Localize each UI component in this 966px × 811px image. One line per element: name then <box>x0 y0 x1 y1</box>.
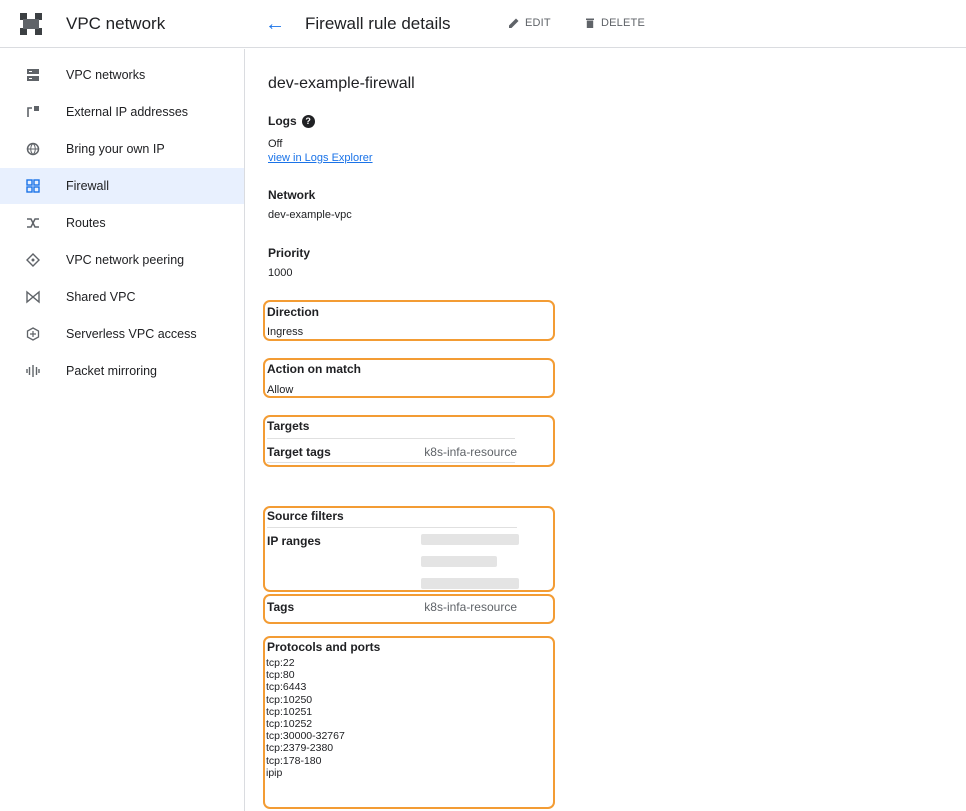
protocols-and-ports-label: Protocols and ports <box>267 640 381 654</box>
delete-button[interactable]: DELETE <box>584 17 645 29</box>
divider <box>267 438 515 439</box>
serverless-icon <box>26 327 40 341</box>
sidebar-item-shared-vpc[interactable]: Shared VPC <box>0 279 244 315</box>
firewall-rule-name: dev-example-firewall <box>268 75 415 92</box>
protocols-list: tcp:22 tcp:80 tcp:6443 tcp:10250 tcp:102… <box>266 657 345 779</box>
sidebar-item-bring-your-own-ip[interactable]: Bring your own IP <box>0 131 244 167</box>
tags-key: Tags <box>267 600 295 614</box>
back-arrow-icon[interactable]: ← <box>262 11 288 37</box>
sidebar-item-label: VPC networks <box>66 68 146 82</box>
target-tags-key: Target tags <box>267 445 331 459</box>
sidebar-item-label: Bring your own IP <box>66 142 165 156</box>
logs-label-text: Logs <box>268 114 297 128</box>
trash-icon <box>586 18 594 28</box>
sidebar-item-vpc-network-peering[interactable]: VPC network peering <box>0 242 244 278</box>
view-in-logs-explorer-link[interactable]: view in Logs Explorer <box>268 152 373 164</box>
redacted-ip-range <box>421 556 497 567</box>
protocol-item: tcp:6443 <box>266 681 307 694</box>
external-ip-icon <box>27 106 39 117</box>
shared-vpc-icon <box>26 290 40 304</box>
edit-label: EDIT <box>525 17 551 29</box>
packet-mirroring-icon <box>26 365 40 377</box>
sidebar-item-label: Serverless VPC access <box>66 327 197 341</box>
protocol-item: tcp:22 <box>266 657 295 669</box>
logs-label: Logs? <box>268 114 315 128</box>
top-bar: VPC network ← Firewall rule details EDIT… <box>0 0 966 48</box>
firewall-icon <box>26 179 40 193</box>
protocol-item: tcp:10252 <box>266 718 313 731</box>
target-tags-value: k8s-infa-resource <box>424 445 517 459</box>
priority-value: 1000 <box>268 267 293 279</box>
sidebar-item-routes[interactable]: Routes <box>0 205 244 241</box>
redacted-ip-range <box>421 534 519 545</box>
divider <box>267 527 517 528</box>
vpc-network-logo-icon <box>20 13 42 35</box>
redacted-ip-range <box>421 578 519 589</box>
edit-button[interactable]: EDIT <box>508 17 551 29</box>
sidebar-item-label: Shared VPC <box>66 290 136 304</box>
direction-label: Direction <box>267 305 320 319</box>
sidebar-item-vpc-networks[interactable]: VPC networks <box>0 57 244 93</box>
targets-label: Targets <box>267 419 310 433</box>
network-value: dev-example-vpc <box>268 209 352 221</box>
action-on-match-value: Allow <box>267 384 294 396</box>
protocol-item: tcp:10251 <box>266 705 313 718</box>
pencil-icon <box>509 18 519 28</box>
sidebar-item-external-ip[interactable]: External IP addresses <box>0 94 244 130</box>
sidebar-item-label: Routes <box>66 216 106 230</box>
sidebar-item-firewall[interactable]: Firewall <box>0 168 244 204</box>
divider <box>267 462 515 463</box>
sidebar-item-label: Packet mirroring <box>66 364 157 378</box>
help-icon[interactable]: ? <box>301 115 315 128</box>
peering-icon <box>26 253 40 267</box>
globe-icon <box>26 142 40 156</box>
protocol-item: tcp:30000-32767 <box>266 730 345 743</box>
protocol-item: tcp:80 <box>266 669 295 682</box>
priority-label: Priority <box>268 246 311 260</box>
sidebar-item-serverless-vpc-access[interactable]: Serverless VPC access <box>0 316 244 352</box>
protocol-item: ipip <box>266 766 283 779</box>
vpc-networks-icon <box>27 69 39 81</box>
sidebar: VPC networks External IP addresses Bring… <box>0 49 245 811</box>
logs-value: Off <box>268 138 283 150</box>
protocol-item: tcp:10250 <box>266 693 313 706</box>
routes-icon <box>27 218 39 228</box>
delete-label: DELETE <box>601 17 645 29</box>
action-on-match-label: Action on match <box>267 362 362 376</box>
tags-value: k8s-infa-resource <box>424 600 517 614</box>
page-title: Firewall rule details <box>305 14 451 33</box>
sidebar-item-label: External IP addresses <box>66 105 189 119</box>
source-filters-label: Source filters <box>267 509 344 523</box>
direction-value: Ingress <box>267 326 304 338</box>
network-label: Network <box>268 188 316 202</box>
product-title: VPC network <box>66 14 166 33</box>
sidebar-item-label: Firewall <box>66 179 110 193</box>
sidebar-item-packet-mirroring[interactable]: Packet mirroring <box>0 353 244 389</box>
ip-ranges-key: IP ranges <box>267 534 321 548</box>
protocol-item: tcp:178-180 <box>266 754 322 767</box>
sidebar-item-label: VPC network peering <box>66 253 185 267</box>
protocol-item: tcp:2379-2380 <box>266 742 334 755</box>
